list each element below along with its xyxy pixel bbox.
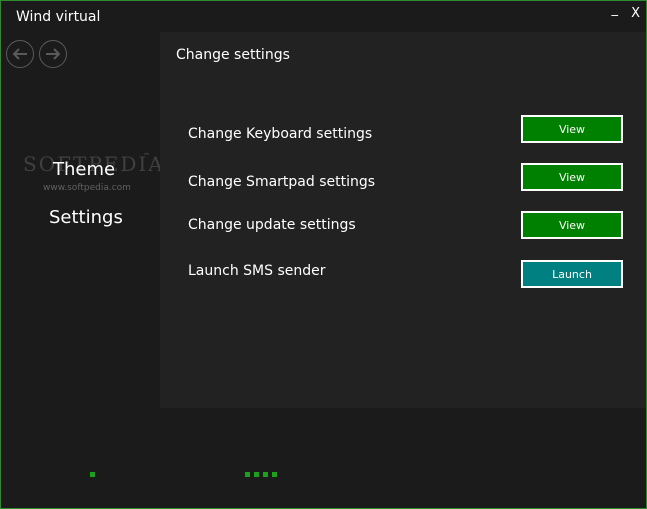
back-button[interactable]	[6, 40, 34, 68]
watermark-url: www.softpedia.com	[43, 183, 131, 193]
forward-button[interactable]	[39, 40, 67, 68]
minimize-button[interactable]: _	[612, 3, 619, 17]
view-smartpad-settings-button[interactable]: View	[521, 163, 623, 191]
page-indicator-dot	[90, 472, 95, 477]
window-title: Wind virtual	[16, 9, 101, 25]
progress-dot	[245, 472, 250, 477]
watermark-trademark: ™	[143, 152, 150, 160]
app-window: Wind virtual _ X SOFTPEDIA ™ www.softped…	[0, 0, 647, 509]
sidebar-item-settings[interactable]: Settings	[49, 207, 123, 228]
progress-dot	[263, 472, 268, 477]
settings-panel: Change settings Change Keyboard settings…	[160, 32, 646, 408]
sms-sender-label: Launch SMS sender	[188, 263, 326, 279]
panel-title: Change settings	[176, 47, 290, 63]
sidebar-item-theme[interactable]: Theme	[53, 159, 115, 180]
progress-dot	[272, 472, 277, 477]
close-button[interactable]: X	[631, 7, 640, 21]
arrow-right-icon	[46, 48, 61, 60]
view-keyboard-settings-button[interactable]: View	[521, 115, 623, 143]
update-settings-label: Change update settings	[188, 217, 356, 233]
launch-sms-sender-button[interactable]: Launch	[521, 260, 623, 288]
keyboard-settings-label: Change Keyboard settings	[188, 126, 373, 142]
smartpad-settings-label: Change Smartpad settings	[188, 174, 376, 190]
view-update-settings-button[interactable]: View	[521, 211, 623, 239]
arrow-left-icon	[12, 48, 27, 60]
progress-dot	[254, 472, 259, 477]
